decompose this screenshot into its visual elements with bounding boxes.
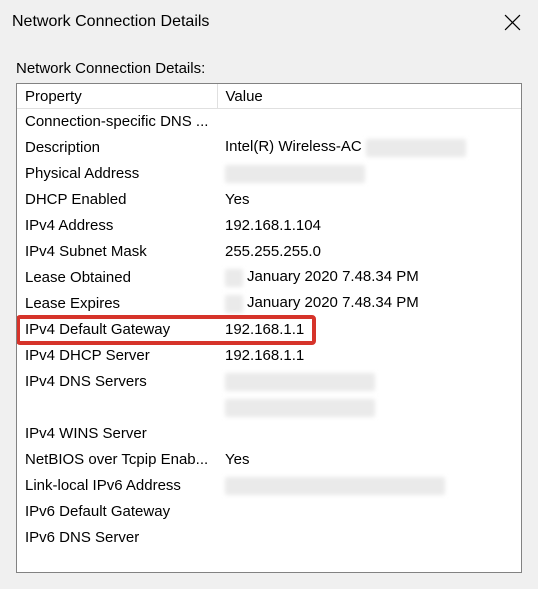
column-header-value[interactable]: Value [217, 84, 521, 109]
table-row[interactable]: IPv4 DHCP Server192.168.1.1 [17, 343, 521, 369]
property-cell: Lease Obtained [17, 265, 217, 291]
value-cell: 192.168.1.1 [217, 343, 521, 369]
property-cell: IPv6 DNS Server [17, 525, 217, 551]
property-cell: IPv4 Address [17, 213, 217, 239]
table-row[interactable]: Physical Address [17, 161, 521, 187]
property-cell: IPv4 DHCP Server [17, 343, 217, 369]
dialog-content: Network Connection Details: Property Val… [0, 44, 538, 589]
property-cell: IPv4 WINS Server [17, 421, 217, 447]
details-table-container: Property Value Connection-specific DNS .… [16, 83, 522, 573]
table-row[interactable]: NetBIOS over Tcpip Enab...Yes [17, 447, 521, 473]
table-row[interactable]: Connection-specific DNS ... [17, 109, 521, 135]
dialog-window: Network Connection Details Network Conne… [0, 0, 538, 589]
close-icon [504, 14, 521, 31]
value-cell: Intel(R) Wireless-AC [217, 135, 521, 161]
value-text: Intel(R) Wireless-AC [225, 138, 362, 155]
value-cell [217, 395, 521, 421]
property-cell [17, 395, 217, 421]
table-row[interactable]: IPv6 Default Gateway [17, 499, 521, 525]
value-cell [217, 369, 521, 395]
redacted-value [225, 295, 243, 313]
value-text: January 2020 7.48.34 PM [247, 268, 419, 285]
property-cell: IPv6 Default Gateway [17, 499, 217, 525]
close-button[interactable] [496, 8, 528, 36]
table-row[interactable]: IPv4 Address192.168.1.104 [17, 213, 521, 239]
redacted-value [225, 373, 375, 391]
table-row[interactable] [17, 395, 521, 421]
value-cell: 192.168.1.104 [217, 213, 521, 239]
redacted-value [225, 269, 243, 287]
property-cell: IPv4 Subnet Mask [17, 239, 217, 265]
value-cell [217, 109, 521, 135]
redacted-value [225, 165, 365, 183]
table-row[interactable]: IPv6 DNS Server [17, 525, 521, 551]
table-row[interactable]: IPv4 Subnet Mask255.255.255.0 [17, 239, 521, 265]
value-cell: January 2020 7.48.34 PM [217, 265, 521, 291]
redacted-value [366, 139, 466, 157]
dialog-title: Network Connection Details [12, 13, 209, 31]
property-cell: Link-local IPv6 Address [17, 473, 217, 499]
table-row[interactable]: IPv4 Default Gateway192.168.1.1 [17, 317, 521, 343]
details-table: Property Value Connection-specific DNS .… [17, 84, 521, 551]
value-cell [217, 499, 521, 525]
table-header-row: Property Value [17, 84, 521, 109]
column-header-property[interactable]: Property [17, 84, 217, 109]
value-cell: 255.255.255.0 [217, 239, 521, 265]
content-subtitle: Network Connection Details: [16, 60, 522, 77]
property-cell: Connection-specific DNS ... [17, 109, 217, 135]
table-row[interactable]: DHCP EnabledYes [17, 187, 521, 213]
table-row[interactable]: Lease Expires January 2020 7.48.34 PM [17, 291, 521, 317]
property-cell: IPv4 DNS Servers [17, 369, 217, 395]
table-row[interactable]: Description Intel(R) Wireless-AC [17, 135, 521, 161]
property-cell: DHCP Enabled [17, 187, 217, 213]
property-cell: NetBIOS over Tcpip Enab... [17, 447, 217, 473]
redacted-value [225, 399, 375, 417]
value-cell [217, 161, 521, 187]
property-cell: Physical Address [17, 161, 217, 187]
value-cell: Yes [217, 187, 521, 213]
table-row[interactable]: IPv4 WINS Server [17, 421, 521, 447]
value-cell: January 2020 7.48.34 PM [217, 291, 521, 317]
table-row[interactable]: IPv4 DNS Servers [17, 369, 521, 395]
table-row[interactable]: Link-local IPv6 Address [17, 473, 521, 499]
value-cell [217, 525, 521, 551]
value-text: January 2020 7.48.34 PM [247, 294, 419, 311]
value-cell [217, 473, 521, 499]
redacted-value [225, 477, 445, 495]
table-row[interactable]: Lease Obtained January 2020 7.48.34 PM [17, 265, 521, 291]
property-cell: IPv4 Default Gateway [17, 317, 217, 343]
value-cell [217, 421, 521, 447]
property-cell: Description [17, 135, 217, 161]
value-cell: Yes [217, 447, 521, 473]
titlebar: Network Connection Details [0, 0, 538, 44]
property-cell: Lease Expires [17, 291, 217, 317]
value-cell: 192.168.1.1 [217, 317, 521, 343]
table-body: Connection-specific DNS ...Description In… [17, 109, 521, 551]
